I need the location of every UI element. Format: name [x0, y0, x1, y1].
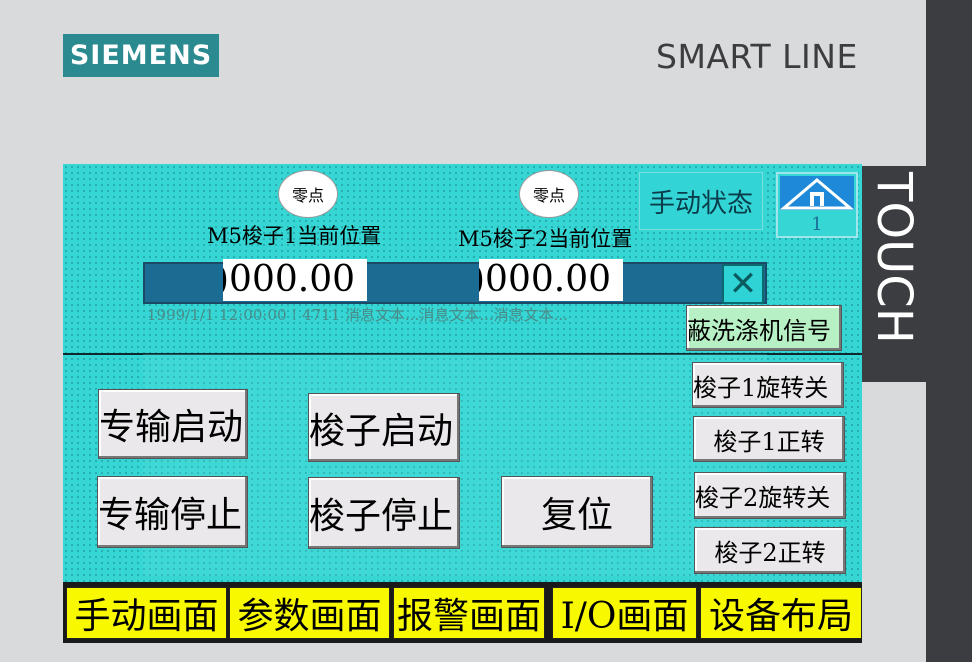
nav-layout-screen[interactable]: 设备布局: [700, 587, 862, 639]
shuttle-1-rotate-off-button[interactable]: 梭子1旋转关: [692, 362, 844, 408]
nav-io-screen[interactable]: I/O画面: [552, 587, 697, 639]
nav-manual-screen[interactable]: 手动画面: [66, 587, 227, 639]
washer-signal-button[interactable]: 蔽洗涤机信号: [686, 305, 842, 351]
bezel-side-strip: [926, 0, 972, 662]
home-number: 1: [811, 214, 823, 235]
shuttle-start-button[interactable]: 梭子启动: [308, 393, 460, 462]
position-value-2[interactable]: )000.00: [479, 259, 623, 301]
conveyor-stop-button[interactable]: 专输停止: [97, 476, 248, 548]
home-icon: [779, 176, 855, 210]
manual-status-button[interactable]: 手动状态: [639, 172, 763, 230]
position-value-1[interactable]: )000.00: [223, 259, 367, 301]
shuttle-2-rotate-off-button[interactable]: 梭子2旋转关: [694, 472, 846, 519]
close-icon[interactable]: ✕: [722, 264, 764, 304]
shuttle-1-forward-button[interactable]: 梭子1正转: [693, 416, 845, 462]
siemens-logo: SIEMENS: [63, 34, 219, 77]
shuttle-stop-button[interactable]: 梭子停止: [308, 477, 460, 549]
conveyor-start-button[interactable]: 专输启动: [98, 389, 248, 459]
shuttle-2-forward-button[interactable]: 梭子2正转: [694, 527, 846, 574]
zero-button-2[interactable]: 零点: [519, 170, 579, 218]
zero-button-1[interactable]: 零点: [278, 170, 338, 218]
message-text: 1999/1/1 12:00:00 ! 4711 消息文本...消息文本...消…: [147, 306, 568, 324]
position-label-2: M5梭子2当前位置: [458, 227, 633, 251]
product-name: SMART LINE: [656, 37, 858, 76]
reset-button[interactable]: 复位: [501, 476, 653, 548]
nav-alarm-screen[interactable]: 报警画面: [393, 587, 545, 639]
nav-parameter-screen[interactable]: 参数画面: [229, 587, 390, 639]
hmi-screen: 零点 零点 M5梭子1当前位置 M5梭子2当前位置 )000.00 )000.0…: [63, 164, 862, 643]
home-button[interactable]: 1: [776, 172, 858, 238]
touch-label: TOUCH: [866, 172, 922, 344]
position-label-1: M5梭子1当前位置: [207, 224, 382, 248]
